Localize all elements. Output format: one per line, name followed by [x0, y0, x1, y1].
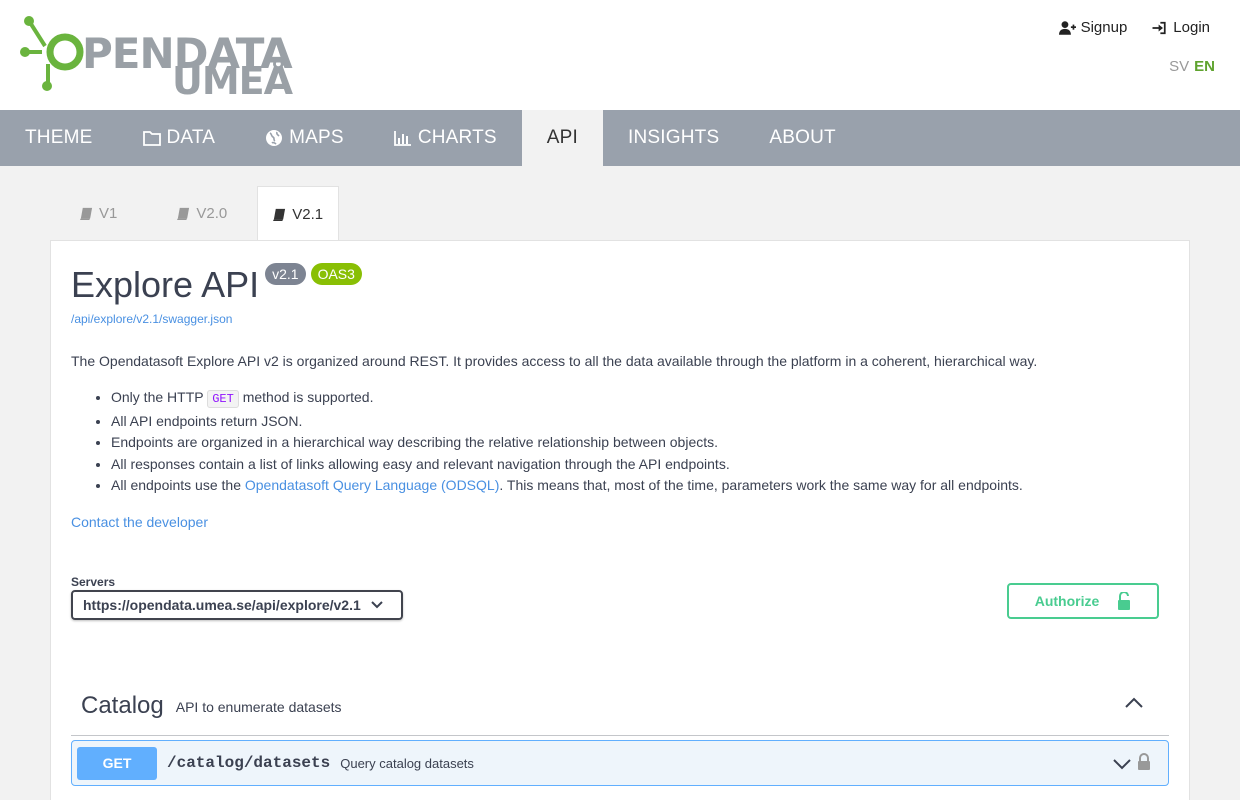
nav-item-label: API	[546, 127, 579, 148]
list-item: All responses contain a list of links al…	[111, 454, 1023, 476]
nav-item-charts[interactable]: CHARTS	[369, 110, 522, 166]
bullet-text: . This means that, most of the time, par…	[499, 477, 1023, 494]
bar-chart-icon	[393, 131, 411, 146]
nav-item-label: THEME	[25, 127, 93, 148]
section-title: Catalog	[81, 691, 164, 719]
chevron-up-icon[interactable]	[1123, 692, 1145, 714]
version-tabs: V1 V2.0 V2.1	[50, 186, 340, 242]
authorize-label: Authorize	[1034, 593, 1100, 609]
servers-select[interactable]: https://opendata.umea.se/api/explore/v2.…	[71, 590, 403, 620]
sign-in-icon	[1152, 21, 1166, 34]
main-nav: THEME DATA MAPS CHARTS API INSIGHTS ABOU…	[0, 110, 1240, 166]
api-title-row: Explore API v2.1 OAS3	[71, 263, 362, 307]
version-badge: v2.1	[265, 263, 306, 285]
nav-item-insights[interactable]: INSIGHTS	[603, 110, 744, 166]
nav-item-label: DATA	[166, 127, 216, 148]
signup-link[interactable]: Signup	[1058, 19, 1128, 36]
servers-label: Servers	[71, 575, 116, 589]
operation-get-catalog-datasets[interactable]: GET /catalog/datasets Query catalog data…	[71, 740, 1169, 786]
tab-v2-1[interactable]: V2.1	[257, 186, 340, 242]
bullet-text: method is supported.	[238, 389, 374, 405]
bullet-text: All endpoints use the	[111, 477, 245, 494]
method-badge: GET	[77, 746, 157, 780]
nav-item-label: CHARTS	[417, 127, 497, 148]
opendata-umea-logo[interactable]: PENDATA UMEÅ	[20, 16, 320, 96]
tab-v1[interactable]: V1	[50, 186, 147, 241]
folder-icon	[142, 131, 161, 146]
operation-path: /catalog/datasets	[167, 754, 331, 772]
lock-icon[interactable]	[1136, 752, 1152, 772]
bullet-text: Only the HTTP	[111, 389, 208, 405]
login-link[interactable]: Login	[1151, 19, 1210, 36]
tab-label: V2.1	[292, 206, 324, 223]
book-icon	[273, 208, 286, 221]
page-title: Explore API	[71, 264, 260, 305]
servers-selected-value: https://opendata.umea.se/api/explore/v2.…	[83, 597, 361, 613]
chevron-down-icon[interactable]	[1112, 755, 1132, 773]
book-icon	[177, 207, 190, 220]
list-item: All API endpoints return JSON.	[111, 411, 1023, 433]
tab-label: V1	[99, 205, 118, 222]
authorize-button[interactable]: Authorize	[1007, 583, 1159, 619]
lang-en[interactable]: EN	[1194, 58, 1215, 75]
nav-item-theme[interactable]: THEME	[0, 110, 118, 166]
nav-item-api[interactable]: API	[521, 110, 604, 166]
globe-icon	[266, 130, 283, 146]
operation-summary: Query catalog datasets	[340, 755, 474, 771]
nav-item-label: ABOUT	[769, 127, 836, 148]
nav-item-about[interactable]: ABOUT	[744, 110, 860, 166]
oas-badge: OAS3	[310, 263, 362, 285]
section-subtitle: API to enumerate datasets	[175, 699, 342, 715]
list-item: All endpoints use the Opendatasoft Query…	[111, 475, 1023, 497]
list-item: Endpoints are organized in a hierarchica…	[111, 432, 1023, 454]
user-plus-icon	[1058, 20, 1076, 35]
get-code: GET	[207, 390, 239, 408]
svg-text:UMEÅ: UMEÅ	[172, 59, 294, 96]
nav-item-label: MAPS	[289, 127, 344, 148]
odsql-link[interactable]: Opendatasoft Query Language (ODSQL)	[245, 477, 499, 493]
book-icon	[80, 207, 93, 220]
language-switcher: SV EN	[1169, 58, 1215, 75]
spec-url-link[interactable]: /api/explore/v2.1/swagger.json	[71, 312, 232, 326]
chevron-down-icon	[371, 601, 383, 609]
tab-v2-0[interactable]: V2.0	[147, 186, 257, 241]
nav-item-label: INSIGHTS	[628, 127, 720, 148]
catalog-section-header[interactable]: Catalog API to enumerate datasets	[71, 676, 1169, 736]
login-label: Login	[1173, 19, 1210, 36]
contact-developer-link[interactable]: Contact the developer	[71, 514, 208, 530]
tab-label: V2.0	[196, 205, 228, 222]
nav-item-data[interactable]: DATA	[118, 110, 241, 166]
signup-label: Signup	[1080, 19, 1128, 36]
unlock-icon	[1118, 592, 1131, 610]
list-item: Only the HTTP GET method is supported.	[111, 387, 1023, 411]
swagger-panel: Explore API v2.1 OAS3 /api/explore/v2.1/…	[50, 240, 1190, 800]
nav-item-maps[interactable]: MAPS	[240, 110, 369, 166]
site-header: PENDATA UMEÅ Signup Login SV EN	[0, 0, 1240, 110]
api-description: The Opendatasoft Explore API v2 is organ…	[71, 353, 1038, 369]
feature-list: Only the HTTP GET method is supported. A…	[111, 387, 1023, 497]
lang-sv[interactable]: SV	[1169, 58, 1189, 75]
